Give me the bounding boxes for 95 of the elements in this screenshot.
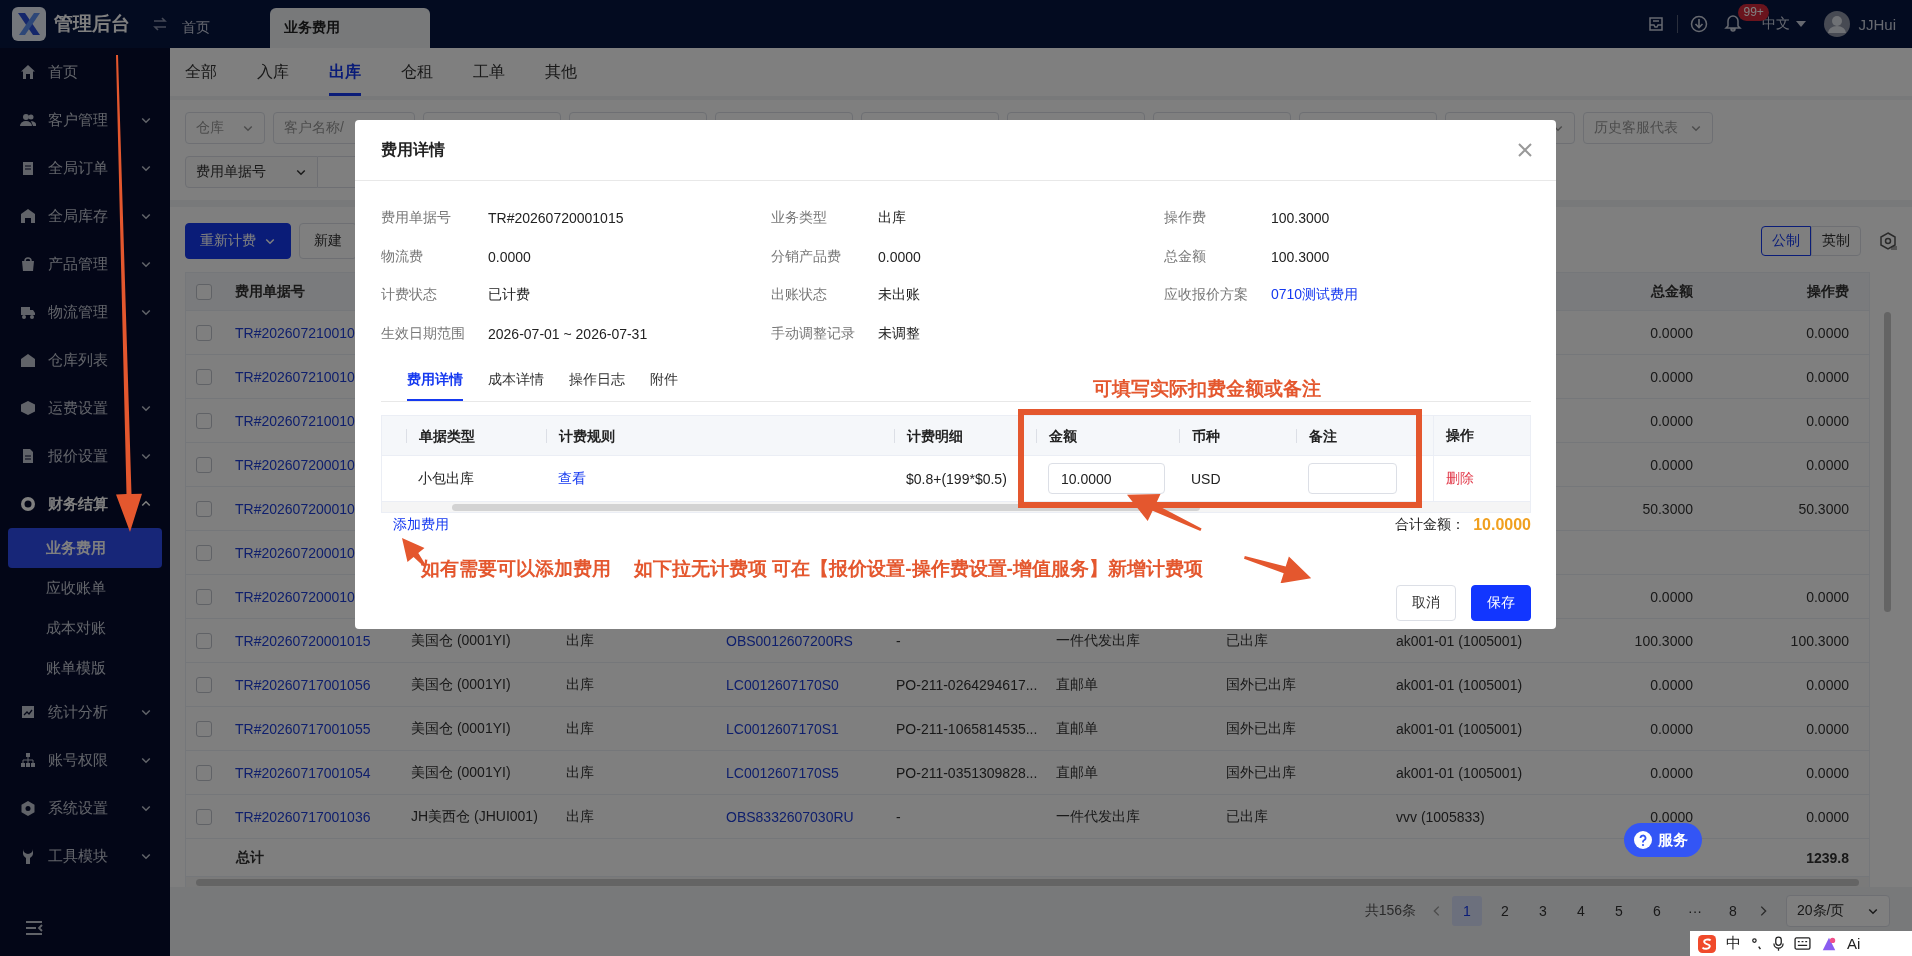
- table-cell: 0.0000: [1806, 456, 1849, 473]
- table-cell: PO-211-1065814535...: [896, 720, 1038, 737]
- column-header: 操作费: [1807, 282, 1849, 299]
- table-cell-text: $0.8+(199*$0.5): [905, 470, 1008, 487]
- field-value: 2026-07-01 ~ 2026-07-31: [488, 325, 648, 342]
- table-cell: 0.0000: [1650, 676, 1693, 693]
- field-label: 出账状态: [771, 286, 828, 305]
- table-cell: 0.0000: [1650, 720, 1693, 737]
- table-cell: 国外已出库: [1226, 675, 1296, 692]
- table-cell: 美国仓 (0001YI): [411, 631, 511, 648]
- field-value: 0.0000: [488, 248, 531, 265]
- table-cell: 0.0000: [1650, 368, 1693, 385]
- field-label: 生效日期范围: [381, 324, 466, 343]
- table-cell: 0.0000: [1650, 412, 1693, 429]
- table-cell: 0.0000: [1650, 588, 1693, 605]
- table-cell: 已出库: [1226, 631, 1268, 648]
- table-cell: 0.0000: [1650, 764, 1693, 781]
- annotation-text: 如有需要可以添加费用: [421, 557, 611, 581]
- table-cell: 一件代发出库: [1056, 631, 1140, 648]
- table-cell: vvv (1005833): [1396, 808, 1485, 825]
- column-header: 总金额: [1651, 282, 1693, 299]
- total-count: 共156条: [1364, 902, 1416, 920]
- table-cell: 一件代发出库: [1056, 807, 1140, 824]
- column-header: 计费规则: [546, 428, 894, 443]
- column-header: 单据类型: [406, 428, 546, 443]
- table-cell: 出库: [566, 763, 594, 780]
- field-label: 总金额: [1164, 247, 1207, 266]
- table-cell: 国外已出库: [1226, 719, 1296, 736]
- table-cell: 直邮单: [1056, 719, 1098, 736]
- table-cell: 美国仓 (0001YI): [411, 675, 511, 692]
- table-cell: 0.0000: [1806, 324, 1849, 341]
- table-cell: 0.0000: [1806, 368, 1849, 385]
- field-label: 费用单据号: [381, 209, 452, 228]
- field-label: 计费状态: [381, 286, 438, 305]
- field-value: TR#20260720001015: [488, 210, 624, 227]
- field-label: 应收报价方案: [1164, 286, 1249, 305]
- field-value: 未出账: [878, 286, 920, 305]
- table-cell: 0.0000: [1806, 808, 1849, 825]
- table-cell: ak001-01 (1005001): [1396, 632, 1523, 649]
- table-cell: 0.0000: [1806, 676, 1849, 693]
- field-label: 分销产品费: [771, 247, 842, 266]
- table-cell: 出库: [566, 631, 594, 648]
- table-cell: 出库: [566, 675, 594, 692]
- table-cell: ak001-01 (1005001): [1396, 764, 1523, 781]
- field-label: 物流费: [381, 247, 424, 266]
- table-cell: PO-211-0264294617...: [896, 676, 1038, 693]
- table-cell-text: 1239.8: [1805, 849, 1850, 866]
- table-cell: -: [896, 808, 901, 825]
- table-cell: ak001-01 (1005001): [1396, 676, 1523, 693]
- table-cell: 0.0000: [1806, 764, 1849, 781]
- total-label: 总计: [234, 848, 265, 867]
- table-cell: PO-211-0351309828...: [896, 764, 1038, 781]
- app-title: 管理后台: [54, 12, 130, 36]
- field-value: 出库: [878, 209, 906, 228]
- table-cell: 0.0000: [1650, 808, 1693, 825]
- field-value: 0.0000: [878, 248, 921, 265]
- table-cell: 50.3000: [1798, 500, 1849, 517]
- table-cell: 100.3000: [1790, 632, 1849, 649]
- table-cell: 已出库: [1226, 807, 1268, 824]
- table-cell-text: USD: [1190, 470, 1222, 487]
- annotation-text: 如下拉无计费项 可在【报价设置-操作费设置-增值服务】新增计费项: [634, 557, 1203, 581]
- annotation-text: 可填写实际扣费金额或备注: [1093, 377, 1321, 401]
- table-cell: 出库: [566, 807, 594, 824]
- column-header: 费用单据号: [235, 282, 305, 299]
- table-cell: 0.0000: [1806, 588, 1849, 605]
- table-cell: 国外已出库: [1226, 763, 1296, 780]
- column-header: 操作: [1433, 416, 1531, 455]
- table-cell: 直邮单: [1056, 763, 1098, 780]
- table-cell: 0.0000: [1806, 720, 1849, 737]
- total-label: 合计金额：: [1395, 516, 1466, 534]
- field-label: 操作费: [1164, 209, 1207, 228]
- table-cell: 0.0000: [1806, 412, 1849, 429]
- table-cell: 美国仓 (0001YI): [411, 763, 511, 780]
- field-label: 业务类型: [771, 209, 828, 228]
- table-cell: ak001-01 (1005001): [1396, 720, 1523, 737]
- total-amount: 10.0000: [1473, 516, 1531, 534]
- field-value: 100.3000: [1271, 210, 1330, 227]
- table-cell: 0.0000: [1650, 324, 1693, 341]
- column-header: 备注: [1296, 428, 1411, 443]
- table-cell: 美国仓 (0001YI): [411, 719, 511, 736]
- field-value: 已计费: [488, 286, 530, 305]
- table-cell: 0.0000: [1650, 456, 1693, 473]
- table-cell: -: [896, 632, 901, 649]
- table-cell: 出库: [566, 719, 594, 736]
- field-value: 未调整: [878, 324, 920, 343]
- user-name: JJHui: [1858, 15, 1896, 33]
- field-value: 100.3000: [1271, 248, 1330, 265]
- table-cell: 直邮单: [1056, 675, 1098, 692]
- column-header: 金额: [1036, 428, 1179, 443]
- table-cell: 100.3000: [1634, 632, 1693, 649]
- column-header: 币种: [1179, 428, 1296, 443]
- field-label: 手动调整记录: [771, 324, 856, 343]
- table-cell-text: 小包出库: [417, 469, 475, 488]
- table-cell: 50.3000: [1642, 500, 1693, 517]
- table-cell: JH美西仓 (JHUI001): [411, 807, 538, 824]
